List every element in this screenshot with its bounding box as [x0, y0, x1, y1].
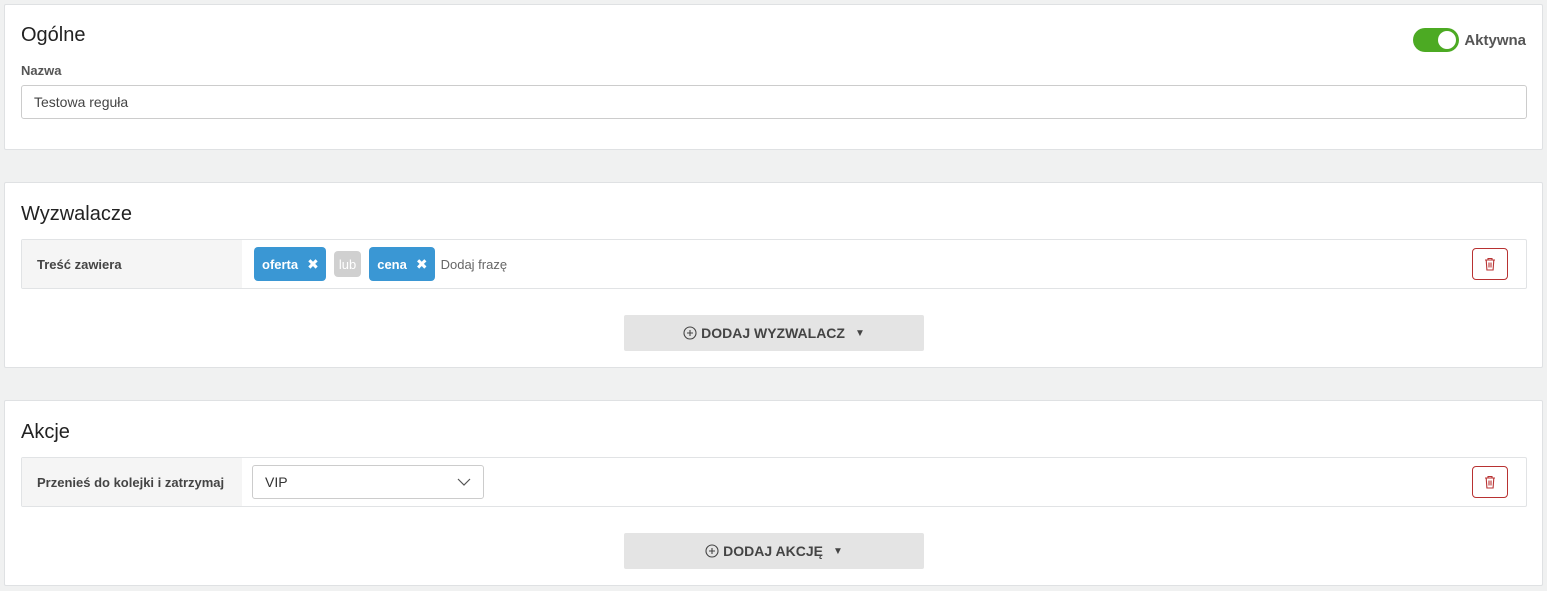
actions-title: Akcje: [21, 421, 70, 443]
trash-icon: [1485, 257, 1495, 271]
remove-chip-icon[interactable]: ✖: [307, 257, 319, 271]
delete-action-button[interactable]: [1472, 466, 1508, 498]
add-phrase-input[interactable]: [440, 256, 641, 272]
trigger-phrases: oferta ✖ lub cena ✖: [242, 240, 1526, 288]
caret-down-icon: ▼: [832, 545, 843, 557]
general-title: Ogólne: [21, 24, 86, 46]
phrase-chip: oferta ✖: [254, 247, 326, 281]
plus-circle-icon: [705, 544, 719, 558]
add-action-label: DODAJ AKCJĘ: [723, 543, 823, 559]
active-toggle-group: Aktywna: [1413, 28, 1526, 52]
active-label: Aktywna: [1464, 31, 1526, 49]
trash-icon: [1485, 475, 1495, 489]
trigger-row: Treść zawiera oferta ✖ lub cena ✖: [21, 239, 1527, 289]
phrase-chip-label: cena: [377, 256, 407, 272]
queue-select-value: VIP: [265, 474, 288, 490]
plus-circle-icon: [683, 326, 697, 340]
action-row-label: Przenieś do kolejki i zatrzymaj: [22, 458, 242, 506]
chevron-down-icon: [457, 478, 471, 486]
name-label: Nazwa: [21, 63, 62, 78]
delete-trigger-button[interactable]: [1472, 248, 1508, 280]
add-trigger-label: DODAJ WYZWALACZ: [701, 325, 845, 341]
queue-select[interactable]: VIP: [252, 465, 484, 499]
triggers-title: Wyzwalacze: [21, 203, 132, 225]
active-toggle[interactable]: [1413, 28, 1460, 52]
trigger-row-label: Treść zawiera: [22, 240, 242, 288]
phrase-chip-label: oferta: [262, 256, 299, 272]
caret-down-icon: ▼: [854, 327, 865, 339]
remove-chip-icon[interactable]: ✖: [416, 257, 428, 271]
action-settings: VIP: [242, 458, 1526, 506]
toggle-knob: [1438, 31, 1457, 49]
or-separator: lub: [333, 251, 362, 277]
actions-card: Akcje Przenieś do kolejki i zatrzymaj VI…: [4, 400, 1543, 586]
triggers-card: Wyzwalacze Treść zawiera oferta ✖ lub ce…: [4, 182, 1543, 368]
action-row: Przenieś do kolejki i zatrzymaj VIP: [21, 457, 1527, 507]
phrase-chip: cena ✖: [369, 247, 435, 281]
name-input[interactable]: [21, 85, 1527, 119]
add-action-button[interactable]: DODAJ AKCJĘ ▼: [624, 533, 924, 569]
general-card: Ogólne Aktywna Nazwa: [4, 4, 1543, 150]
add-trigger-button[interactable]: DODAJ WYZWALACZ ▼: [624, 315, 924, 351]
